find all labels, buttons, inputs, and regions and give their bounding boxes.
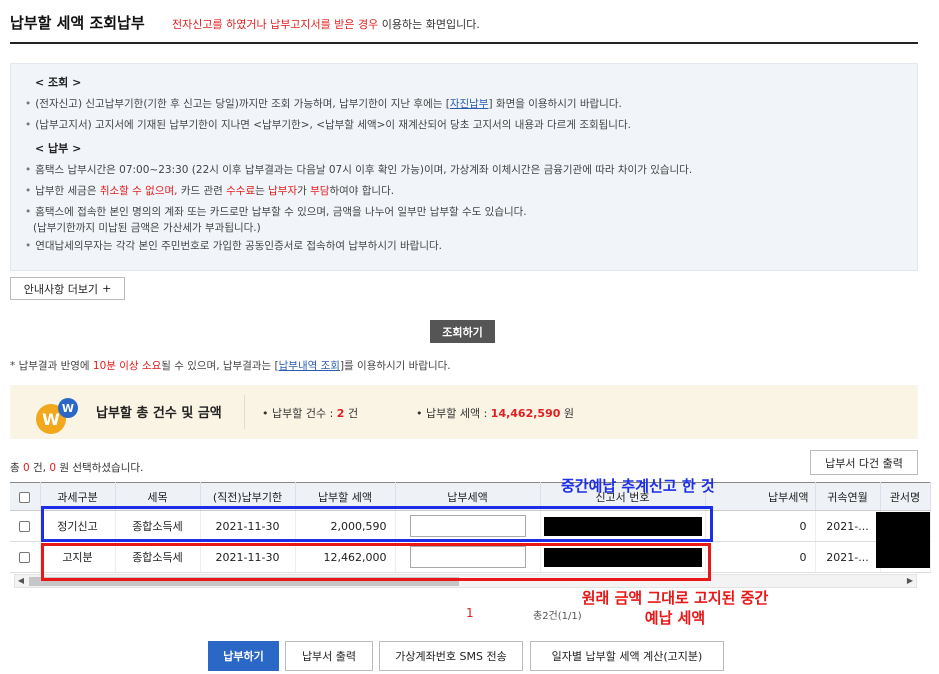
notice-highlight: 취소할 수 없으며, — [99, 185, 178, 197]
row-checkbox[interactable] — [19, 521, 31, 532]
selection-text: 건, — [29, 462, 50, 474]
notice-text: 가 — [297, 185, 311, 197]
notice-highlight: 부담 — [310, 185, 330, 197]
notice-line: • 홈택스 납부시간은 07:00~23:30 (22시 이후 납부결과는 다음날… — [25, 162, 903, 183]
notice-text: 하여야 합니다. — [329, 185, 395, 197]
notice-line: • 홈택스에 접속한 본인 명의의 계좌 또는 카드로만 납부할 수 있으며, 금… — [25, 204, 903, 238]
svg-text:W: W — [42, 410, 60, 429]
count-unit: 건 — [344, 407, 359, 420]
scroll-right-icon[interactable]: ▶ — [904, 575, 916, 587]
scroll-left-icon[interactable]: ◀ — [15, 575, 27, 587]
notice-text: 카드 관련 — [177, 185, 227, 197]
result-note: * 납부결과 반영에 10분 이상 소요될 수 있으며, 납부결과는 [납부내역… — [10, 358, 451, 373]
header-select-all[interactable] — [10, 482, 41, 511]
notice-highlight: 납부자 — [268, 185, 298, 197]
summary-divider — [244, 395, 245, 429]
select-all-checkbox[interactable] — [19, 491, 31, 503]
notice-line: • (전자신고) 신고납부기한(기한 후 신고는 당일)까지만 조회 가능하며, … — [25, 96, 903, 117]
cell-pay: 0 — [705, 510, 816, 542]
summary-panel: W W 납부할 총 건수 및 금액 • 납부할 건수 : 2 건 • 납부할 세… — [10, 385, 918, 439]
svg-text:W: W — [62, 402, 74, 415]
red-annotation-box — [41, 543, 711, 581]
note-text: 납부결과 반영에 — [18, 360, 93, 372]
selection-text: 원 선택하셨습니다. — [56, 462, 144, 474]
summary-label: 납부할 총 건수 및 금액 — [96, 406, 222, 421]
notice-text: (납부고지서) 고지서에 기재된 납부기한이 지나면 <납부기한>, <납부할 … — [35, 119, 631, 131]
red-annotation-text: 원래 금액 그대로 고지된 중간예납 세액 — [581, 589, 769, 627]
notice-text: (전자신고) 신고납부기한(기한 후 신고는 당일)까지만 조회 가능하며, 납… — [35, 98, 450, 110]
summary-amount: • 납부할 세액 : 14,462,590 원 — [416, 407, 575, 420]
subtitle-rest: 이용하는 화면입니다. — [378, 18, 480, 31]
amount-label: 납부할 세액 : — [426, 407, 491, 420]
search-button[interactable]: 조회하기 — [430, 320, 495, 343]
selection-status: 총 0 건, 0 원 선택하셨습니다. — [10, 460, 143, 475]
cell-period: 2021-... — [815, 510, 881, 542]
bullet-icon: • — [25, 240, 32, 252]
coin-w-icon: W W — [36, 398, 78, 434]
header-cell: 납부세액 — [705, 482, 816, 511]
amount-unit: 원 — [560, 407, 575, 420]
bullet-icon: • — [25, 185, 32, 197]
print-button[interactable]: 납부서 출력 — [285, 641, 373, 671]
note-text: ]를 이용하시기 바랍니다. — [339, 360, 451, 372]
more-info-label: 안내사항 더보기 — [23, 282, 99, 296]
selection-text: 총 — [10, 462, 23, 474]
daily-calc-button[interactable]: 일자별 납부할 세액 계산(고지분) — [530, 641, 724, 671]
cell-pay: 0 — [705, 541, 816, 573]
more-info-button[interactable]: 안내사항 더보기 + — [10, 277, 125, 300]
blue-annotation-text: 중간예납 추계신고 한 것 — [561, 477, 715, 495]
header-cell: 관서명 — [880, 482, 931, 511]
note-highlight: 10분 이상 소요 — [92, 360, 162, 372]
notice-text: 홈택스 납부시간은 07:00~23:30 (22시 이후 납부결과는 다음날 … — [35, 164, 693, 176]
notice-text: 는 — [255, 185, 269, 197]
notice-text: 홈택스에 접속한 본인 명의의 계좌 또는 카드로만 납부할 수 있으며, 금액… — [35, 206, 527, 218]
row-checkbox[interactable] — [19, 552, 31, 563]
bullet-icon: • — [25, 119, 32, 131]
subtitle-highlight: 전자신고를 하였거나 납부고지서를 받은 경우 — [172, 18, 379, 31]
notice-text: 납부한 세금은 — [35, 185, 100, 197]
notice-box: < 조회 > • (전자신고) 신고납부기한(기한 후 신고는 당일)까지만 조회… — [10, 63, 918, 271]
page-subtitle: 전자신고를 하였거나 납부고지서를 받은 경우 이용하는 화면입니다. — [172, 16, 480, 32]
notice-highlight: 수수료 — [226, 185, 256, 197]
page-title: 납부할 세액 조회납부 — [10, 14, 145, 32]
self-payment-link[interactable]: 자진납부 — [450, 98, 489, 110]
payment-history-link[interactable]: 납부내역 조회 — [279, 360, 340, 372]
sms-button[interactable]: 가상계좌번호 SMS 전송 — [379, 641, 523, 671]
bullet-icon: * — [10, 360, 19, 372]
page-header: 납부할 세액 조회납부 전자신고를 하였거나 납부고지서를 받은 경우 이용하는… — [10, 12, 918, 44]
notice-line: • 납부한 세금은 취소할 수 없으며, 카드 관련 수수료는 납부자가 부담하여… — [25, 183, 903, 204]
plus-icon: + — [102, 282, 112, 295]
inquiry-heading: < 조회 > — [35, 76, 82, 89]
note-text: 될 수 있으며, 납부결과는 [ — [161, 360, 279, 372]
bullet-icon: • — [25, 206, 32, 218]
notice-text: ] 화면을 이용하시기 바랍니다. — [488, 98, 622, 110]
bullet-icon: • — [25, 164, 32, 176]
action-bar: 납부하기 납부서 출력 가상계좌번호 SMS 전송 일자별 납부할 세액 계산(… — [0, 641, 939, 671]
page-total: 총2건(1/1) — [533, 611, 582, 622]
page-number[interactable]: 1 — [466, 606, 474, 620]
cell-period: 2021-... — [815, 541, 881, 573]
print-multiple-button[interactable]: 납부서 다건 출력 — [810, 450, 918, 475]
redacted-office-name — [876, 512, 930, 568]
notice-line: • 연대납세의무자는 각각 본인 주민번호로 가입한 공동인증서로 접속하여 납부… — [25, 238, 903, 259]
amount-value: 14,462,590 — [490, 407, 561, 420]
notice-text: (납부기한까지 미납된 금액은 가산세가 부과됩니다.) — [33, 222, 261, 234]
notice-line: • (납부고지서) 고지서에 기재된 납부기한이 지나면 <납부기한>, <납부할… — [25, 117, 903, 138]
summary-count: • 납부할 건수 : 2 건 — [262, 407, 359, 420]
pay-button[interactable]: 납부하기 — [208, 641, 279, 671]
notice-text: 연대납세의무자는 각각 본인 주민번호로 가입한 공동인증서로 접속하여 납부하… — [35, 240, 442, 252]
blue-annotation-box — [41, 506, 713, 542]
payment-heading: < 납부 > — [35, 142, 82, 155]
bullet-icon: • — [25, 98, 32, 110]
header-cell: 귀속연월 — [815, 482, 881, 511]
selection-count: 0 — [23, 462, 30, 474]
count-label: 납부할 건수 : — [272, 407, 337, 420]
